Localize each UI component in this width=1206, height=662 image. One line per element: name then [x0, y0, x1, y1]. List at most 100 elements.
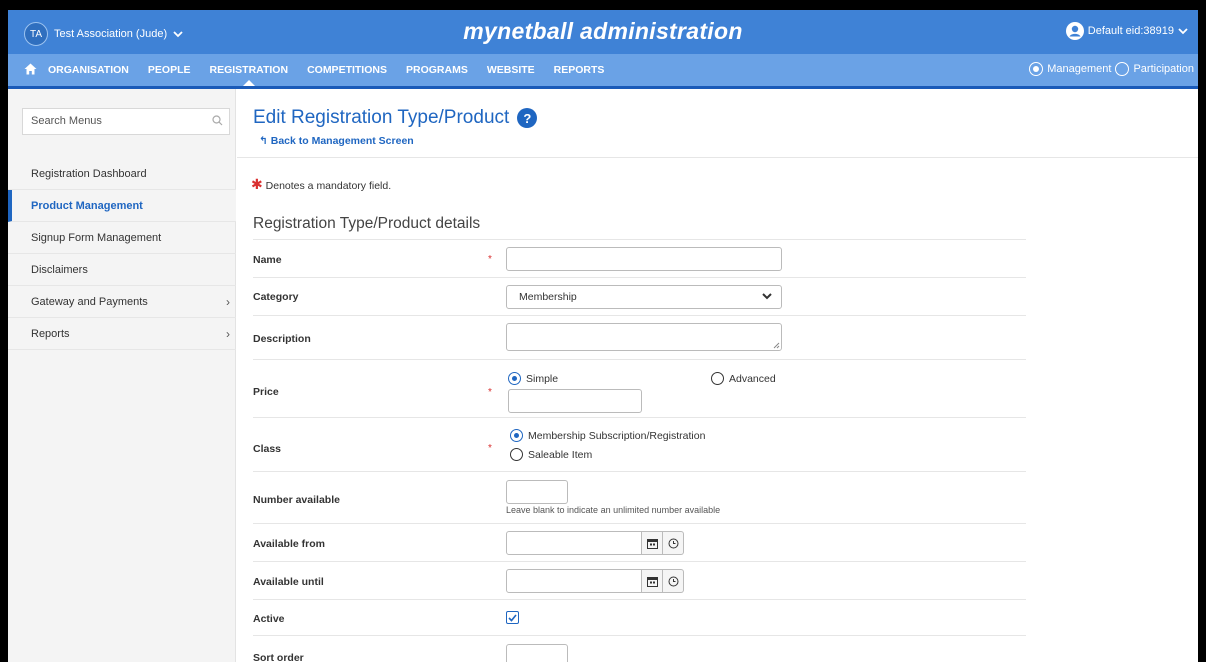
sort-order-label: Sort order — [253, 652, 304, 662]
calendar-icon — [646, 538, 658, 549]
available-until-picker — [506, 569, 684, 593]
search-icon — [212, 115, 223, 126]
time-button[interactable] — [663, 569, 684, 593]
nav-people[interactable]: PEOPLE — [148, 54, 191, 86]
sidebar-item-label: Reports — [31, 328, 70, 340]
nav-competitions[interactable]: COMPETITIONS — [307, 54, 387, 86]
price-simple-option[interactable]: Simple — [508, 372, 558, 385]
form-row-class: Class * Membership Subscription/Registra… — [253, 417, 1026, 471]
price-input[interactable] — [508, 389, 642, 413]
checkmark-icon — [508, 613, 517, 622]
help-icon[interactable]: ? — [517, 108, 538, 128]
nav-registration[interactable]: REGISTRATION — [210, 54, 288, 86]
main-nav: ORGANISATION PEOPLE REGISTRATION COMPETI… — [8, 54, 1198, 86]
back-link-label: Back to Management Screen — [270, 135, 414, 147]
brand-title: mynetball administration — [463, 18, 743, 44]
user-menu[interactable]: Default eid:38919 — [1065, 22, 1188, 40]
form-row-name: Name * — [253, 239, 1026, 277]
form-row-description: Description — [253, 315, 1026, 359]
management-radio[interactable] — [1029, 62, 1044, 76]
sidebar-item-disclaimers[interactable]: Disclaimers — [8, 254, 236, 286]
sidebar-item-product-management[interactable]: Product Management — [8, 190, 236, 222]
chevron-right-icon: › — [226, 327, 230, 341]
calendar-button[interactable] — [642, 531, 663, 555]
available-from-picker — [506, 531, 684, 555]
class-membership-label: Membership Subscription/Registration — [528, 429, 706, 442]
user-label: Default eid:38919 — [1087, 25, 1174, 37]
available-from-label: Available from — [253, 538, 325, 550]
price-label: Price — [253, 386, 279, 398]
description-textarea[interactable] — [506, 323, 782, 351]
sidebar: Search Menus Registration Dashboard Prod… — [8, 89, 236, 662]
nav-reports[interactable]: REPORTS — [554, 54, 605, 86]
nav-website[interactable]: WEBSITE — [487, 54, 535, 86]
app-window: TA Test Association (Jude) mynetball adm… — [8, 10, 1198, 662]
form-row-category: Category Membership — [253, 277, 1026, 315]
form-row-available-until: Available until — [253, 561, 1026, 599]
active-label: Active — [253, 613, 285, 625]
participation-label: Participation — [1133, 63, 1194, 75]
class-saleable-option[interactable]: Saleable Item — [510, 448, 592, 461]
sidebar-item-label: Product Management — [31, 200, 143, 212]
home-icon[interactable] — [24, 63, 37, 75]
available-until-label: Available until — [253, 576, 324, 588]
sort-order-input[interactable] — [506, 644, 568, 662]
calendar-button[interactable] — [642, 569, 663, 593]
available-from-input[interactable] — [506, 531, 642, 555]
clock-icon — [668, 576, 678, 586]
form-row-active: Active — [253, 599, 1026, 635]
category-value: Membership — [519, 291, 577, 303]
radio-unselected-icon — [711, 372, 724, 385]
form-row-available-from: Available from — [253, 523, 1026, 561]
number-available-hint: Leave blank to indicate an unlimited num… — [506, 505, 721, 515]
sidebar-item-label: Registration Dashboard — [31, 168, 147, 180]
description-label: Description — [253, 333, 311, 345]
required-marker: * — [488, 254, 492, 265]
form-row-number-available: Number available Leave blank to indicate… — [253, 471, 1026, 523]
price-advanced-label: Advanced — [729, 372, 776, 385]
management-label: Management — [1047, 63, 1112, 75]
category-select[interactable]: Membership — [506, 285, 782, 309]
mode-toggle: Management Participation — [1029, 62, 1194, 76]
sidebar-item-reports[interactable]: Reports › — [8, 318, 236, 350]
price-advanced-option[interactable]: Advanced — [711, 372, 776, 385]
available-until-input[interactable] — [506, 569, 642, 593]
radio-unselected-icon — [510, 448, 523, 461]
divider — [237, 157, 1198, 158]
class-saleable-label: Saleable Item — [528, 448, 593, 461]
main-content: Edit Registration Type/Product ? ↰ Back … — [237, 89, 1198, 662]
required-marker: * — [488, 387, 492, 398]
required-asterisk-icon: ✱ — [251, 176, 263, 192]
sidebar-item-label: Gateway and Payments — [31, 296, 148, 308]
back-link[interactable]: ↰ Back to Management Screen — [259, 135, 414, 147]
resize-grip-icon[interactable] — [772, 341, 780, 349]
required-marker: * — [488, 443, 492, 454]
calendar-icon — [646, 576, 658, 587]
mandatory-note: ✱ Denotes a mandatory field. — [251, 176, 391, 193]
page-title: Edit Registration Type/Product ? — [253, 107, 538, 129]
active-checkbox[interactable] — [506, 611, 519, 624]
section-title: Registration Type/Product details — [253, 215, 481, 232]
sidebar-item-gateway-and-payments[interactable]: Gateway and Payments › — [8, 286, 236, 318]
name-input[interactable] — [506, 247, 782, 271]
search-input[interactable]: Search Menus — [22, 108, 230, 135]
form-row-price: Price * Simple Advanced — [253, 359, 1026, 417]
nav-programs[interactable]: PROGRAMS — [406, 54, 468, 86]
number-available-input[interactable] — [506, 480, 568, 504]
search-placeholder: Search Menus — [31, 115, 102, 127]
form-row-sort-order: Sort order — [253, 635, 1026, 662]
page-title-text: Edit Registration Type/Product — [253, 107, 510, 128]
category-label: Category — [253, 291, 299, 303]
class-membership-option[interactable]: Membership Subscription/Registration — [510, 429, 705, 442]
clock-icon — [668, 538, 678, 548]
sidebar-item-signup-form-management[interactable]: Signup Form Management — [8, 222, 236, 254]
user-icon — [1065, 22, 1084, 40]
chevron-down-icon — [1178, 28, 1188, 35]
top-bar: TA Test Association (Jude) mynetball adm… — [8, 10, 1198, 54]
sidebar-item-registration-dashboard[interactable]: Registration Dashboard — [8, 158, 236, 190]
chevron-right-icon: › — [226, 295, 230, 309]
radio-selected-icon — [510, 429, 523, 442]
time-button[interactable] — [663, 531, 684, 555]
participation-radio[interactable] — [1115, 62, 1130, 76]
nav-organisation[interactable]: ORGANISATION — [48, 54, 129, 86]
